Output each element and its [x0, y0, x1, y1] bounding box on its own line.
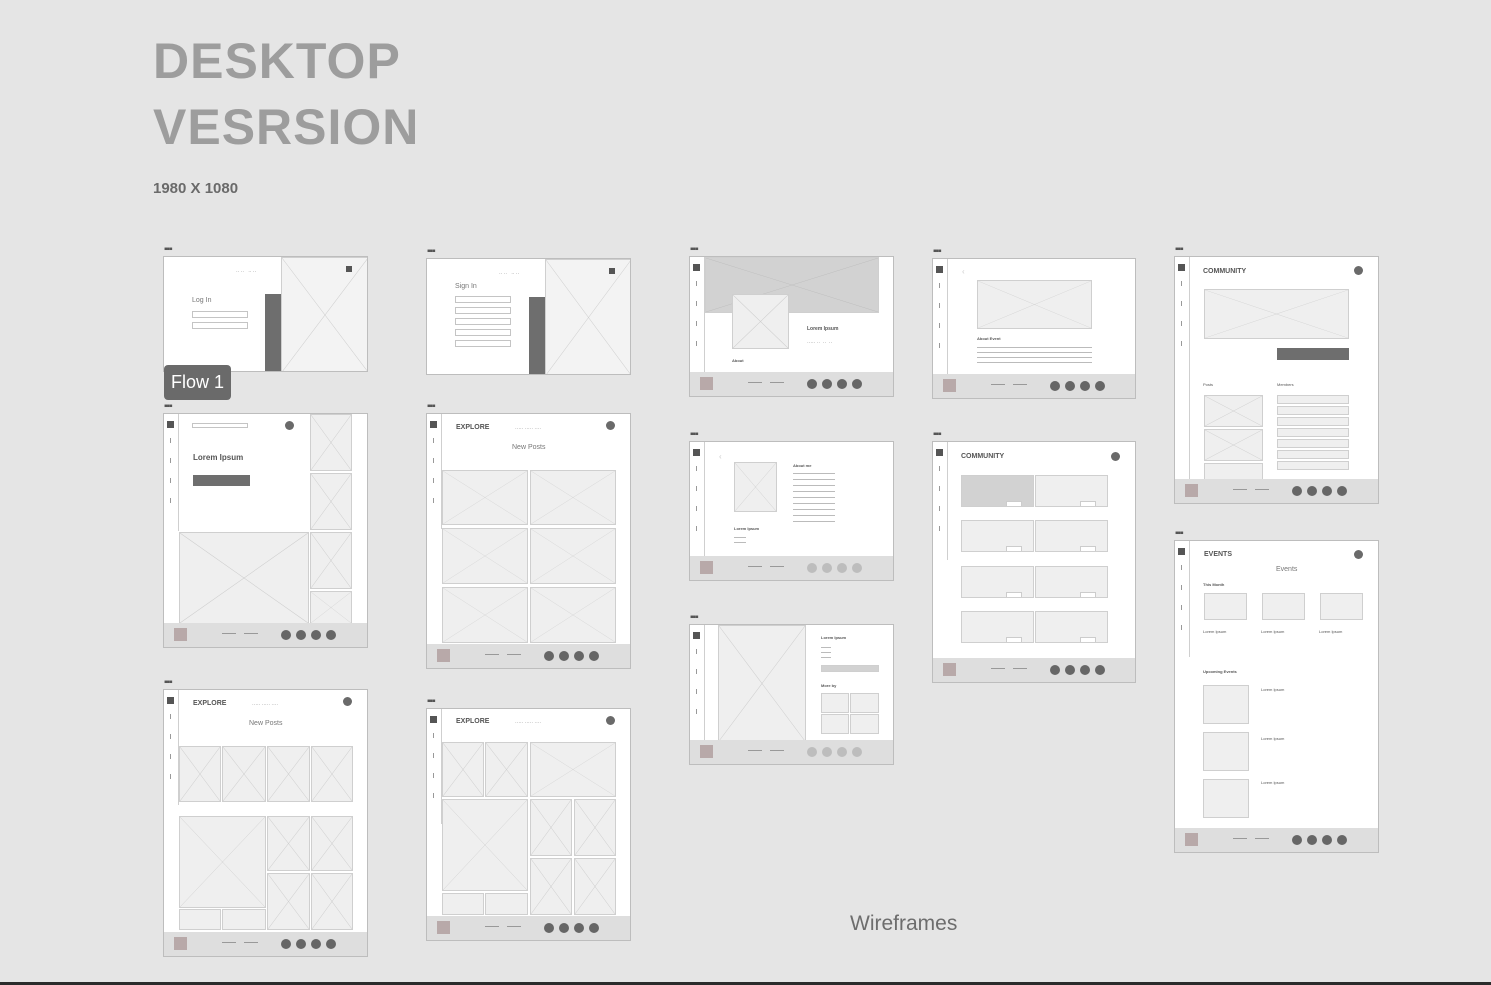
avatar[interactable] [285, 421, 294, 430]
profile-name: Lorem Ipsum [807, 326, 839, 332]
new-posts-label: New Posts [512, 444, 546, 451]
follow-button[interactable] [821, 665, 879, 672]
events-subtitle: Events [1276, 566, 1298, 573]
page-title-line-2: VESRSION [153, 99, 420, 155]
wireframe-events[interactable]: EVENTS Events This Month Lorem Ipsum Lor… [1174, 540, 1379, 853]
community-title: COMMUNITY [1203, 268, 1247, 275]
wireframe-explore-masonry[interactable]: EXPLORE ····· ····· ···· [426, 708, 631, 941]
join-button[interactable] [1277, 348, 1349, 360]
this-month-label: This Month [1203, 582, 1225, 587]
email-field[interactable] [192, 311, 248, 318]
wireframe-community[interactable]: COMMUNITY Posts Members [1174, 256, 1379, 504]
explore-title: EXPLORE [193, 700, 227, 707]
password-field[interactable] [192, 322, 248, 329]
wireframe-login[interactable]: ·· ·· ·· ·· Log In [163, 256, 368, 372]
follow-button[interactable] [193, 475, 250, 486]
frame-menu-dots[interactable]: ▪▪▪ [164, 402, 173, 412]
frame-menu-dots[interactable]: ▪▪▪ [690, 430, 699, 440]
wireframe-explore-grid[interactable]: EXPLORE ····· ····· ···· New Posts [163, 689, 368, 957]
avatar[interactable] [343, 697, 352, 706]
frame-menu-dots[interactable]: ▪▪▪ [164, 245, 173, 255]
resolution-label: 1980 X 1080 [153, 180, 239, 197]
frame-menu-dots[interactable]: ▪▪▪ [427, 247, 436, 257]
avatar[interactable] [1354, 550, 1363, 559]
image-placeholder [179, 532, 309, 624]
frame-menu-dots[interactable]: ▪▪▪ [933, 247, 942, 257]
about-event-heading: About Event [977, 336, 1001, 341]
new-posts-label: New Posts [249, 720, 283, 727]
upcoming-event-title: Lorem Ipsum [1261, 780, 1285, 785]
profile-picture [732, 294, 789, 349]
upcoming-event-title: Lorem Ipsum [1261, 687, 1285, 692]
frame-menu-dots[interactable]: ▪▪▪ [427, 697, 436, 707]
signin-button[interactable] [529, 297, 545, 374]
wireframe-explore[interactable]: EXPLORE ····· ····· ···· New Posts [426, 413, 631, 669]
avatar[interactable] [1111, 452, 1120, 461]
logo-icon [346, 266, 352, 272]
login-button[interactable] [265, 294, 281, 371]
more-by-label: More by [821, 683, 837, 688]
event-card-title: Lorem Ipsum [1319, 629, 1343, 634]
explore-title: EXPLORE [456, 424, 490, 431]
frame-menu-dots[interactable]: ▪▪▪ [1175, 529, 1184, 539]
page-title-line-1: DESKTOP [153, 33, 401, 89]
about-me-heading: About me [793, 463, 812, 468]
logo-icon [609, 268, 615, 274]
post-author: Lorem Ipsum [821, 635, 847, 640]
about-label: About [732, 358, 744, 363]
avatar[interactable] [1354, 266, 1363, 275]
avatar[interactable] [606, 421, 615, 430]
upcoming-event-title: Lorem Ipsum [1261, 736, 1285, 741]
login-title: Log In [192, 297, 212, 304]
wireframe-profile[interactable]: Lorem Ipsum ····· ·· ·· ·· About [689, 256, 894, 397]
avatar[interactable] [606, 716, 615, 725]
frame-menu-dots[interactable]: ▪▪▪ [690, 613, 699, 623]
upcoming-label: Upcoming Events [1203, 669, 1237, 674]
frame-menu-dots[interactable]: ▪▪▪ [933, 430, 942, 440]
frame-menu-dots[interactable]: ▪▪▪ [690, 245, 699, 255]
wireframe-signin[interactable]: ·· ·· ·· ·· Sign In [426, 258, 631, 375]
events-title: EVENTS [1204, 551, 1233, 558]
home-title: Lorem Ipsum [193, 453, 244, 462]
frame-menu-dots[interactable]: ▪▪▪ [427, 402, 436, 412]
wireframe-community-list[interactable]: COMMUNITY [932, 441, 1136, 683]
event-card-title: Lorem Ipsum [1203, 629, 1227, 634]
about-name: Lorem Ipsum [734, 526, 760, 531]
event-card-title: Lorem Ipsum [1261, 629, 1285, 634]
wireframe-about[interactable]: ‹ About me Lorem Ipsum [689, 441, 894, 581]
explore-title: EXPLORE [456, 718, 490, 725]
posts-label: Posts [1203, 382, 1214, 387]
community-title: COMMUNITY [961, 453, 1005, 460]
frame-menu-dots[interactable]: ▪▪▪ [1175, 245, 1184, 255]
members-label: Members [1277, 382, 1294, 387]
image-placeholder [281, 257, 367, 371]
signin-title: Sign In [455, 283, 477, 290]
wireframes-caption: Wireframes [850, 912, 958, 935]
flow-badge: Flow 1 [164, 365, 231, 400]
wireframe-event-detail[interactable]: ‹ About Event [932, 258, 1136, 399]
wireframe-home[interactable]: Lorem Ipsum [163, 413, 368, 648]
frame-menu-dots[interactable]: ▪▪▪ [164, 678, 173, 688]
wireframe-post[interactable]: Lorem Ipsum More by [689, 624, 894, 765]
page-title: DESKTOP VESRSION [153, 28, 419, 160]
